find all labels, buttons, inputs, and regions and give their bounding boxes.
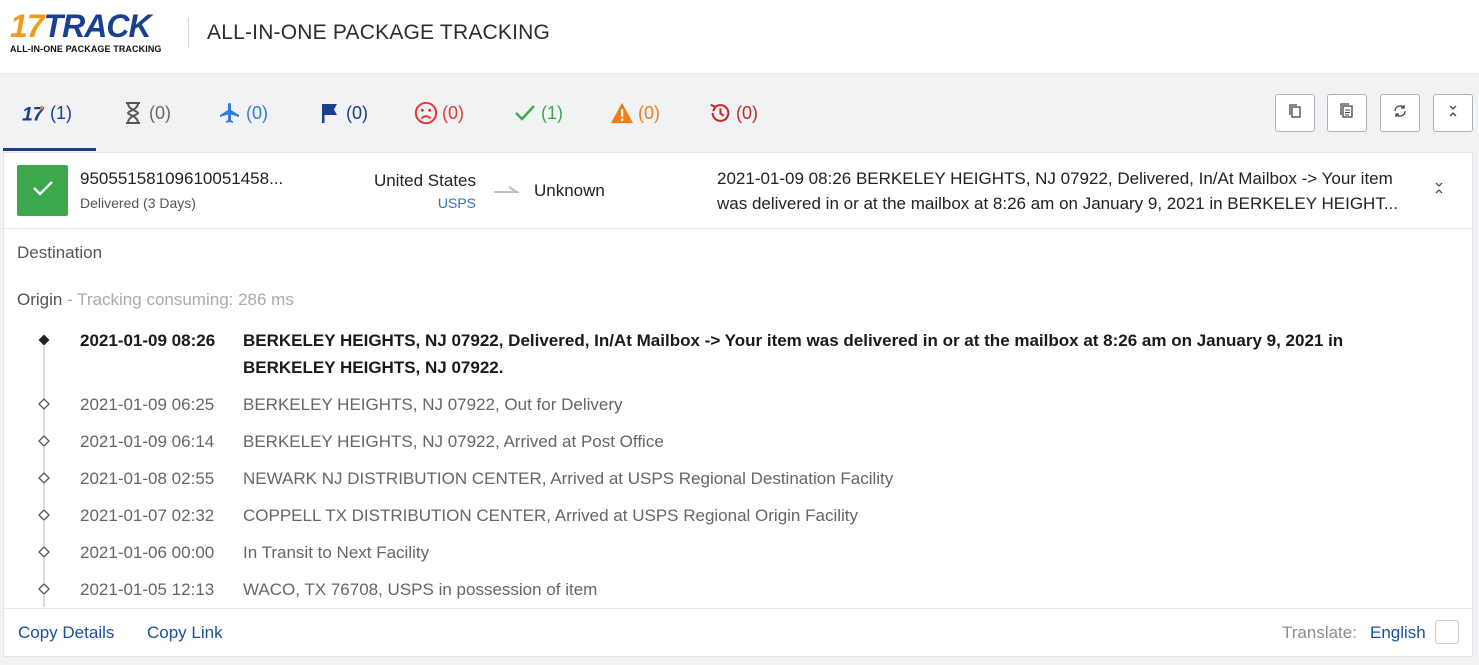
logo-tagline: ALL-IN-ONE PACKAGE TRACKING	[10, 44, 162, 54]
tab-pick-up[interactable]: (0)	[318, 98, 368, 128]
translate-language-select[interactable]: English	[1370, 623, 1426, 643]
tab-count: (0)	[442, 102, 464, 123]
copy-details-button[interactable]	[1327, 94, 1367, 132]
logo-track: TRACK	[43, 8, 152, 44]
delivered-status-badge	[17, 165, 68, 216]
tab-in-transit[interactable]: (0)	[218, 98, 268, 128]
translate-label: Translate:	[1282, 623, 1357, 642]
copy-button[interactable]	[1275, 94, 1315, 132]
tab-count: (1)	[541, 102, 563, 123]
event-time: 2021-01-09 08:26	[80, 331, 216, 350]
diamond-icon	[38, 546, 50, 558]
hourglass-icon	[121, 101, 145, 125]
tab-undelivered[interactable]: (0)	[414, 98, 464, 128]
page-title: ALL-IN-ONE PACKAGE TRACKING	[207, 21, 551, 44]
tab-count: (0)	[736, 102, 758, 123]
refresh-icon	[1392, 103, 1408, 124]
event-description: BERKELEY HEIGHTS, NJ 07922, Delivered, I…	[243, 331, 1344, 377]
copy-link-link[interactable]: Copy Link	[147, 623, 223, 643]
latest-event-line1: 2021-01-09 08:26 BERKELEY HEIGHTS, NJ 07…	[717, 169, 1393, 188]
tab-count: (1)	[50, 102, 72, 123]
app-header: 17TRACK ALL-IN-ONE PACKAGE TRACKING ALL-…	[0, 0, 1479, 74]
event-description: NEWARK NJ DISTRIBUTION CENTER, Arrived a…	[243, 469, 894, 488]
flag-icon	[318, 101, 342, 125]
history-icon	[708, 101, 732, 125]
collapse-chevron-icon	[1433, 181, 1445, 200]
delivery-status-text: Delivered (3 Days)	[80, 195, 196, 211]
destination-label: Destination	[17, 243, 103, 262]
diamond-icon	[38, 435, 50, 447]
tab-count: (0)	[638, 102, 660, 123]
latest-event-line2: was delivered in or at the mailbox at 8:…	[717, 194, 1398, 213]
copy-details-link[interactable]: Copy Details	[18, 623, 114, 643]
17track-logo[interactable]: 17TRACK ALL-IN-ONE PACKAGE TRACKING	[10, 10, 175, 58]
tab-count: (0)	[346, 102, 368, 123]
translate-checkbox[interactable]	[1435, 620, 1459, 644]
shipment-summary[interactable]: 9505515810961005145​8... Delivered (3 Da…	[4, 153, 1472, 229]
shipment-card: 9505515810961005145​8... Delivered (3 Da…	[3, 152, 1473, 657]
active-tab-indicator	[3, 148, 96, 151]
diamond-icon	[38, 583, 50, 595]
latest-event: 2021-01-09 08:26 BERKELEY HEIGHTS, NJ 07…	[717, 166, 1407, 216]
tab-count: (0)	[149, 102, 171, 123]
status-tabs: 17 (1) (0) (0) (0) (0) (1) (0) (0)	[0, 86, 1479, 152]
collapse-icon	[1446, 103, 1460, 124]
expand-toggle-button[interactable]	[1430, 181, 1448, 199]
tab-delivered[interactable]: (1)	[513, 98, 563, 128]
checkmark-icon	[513, 101, 537, 125]
route-arrow-icon	[493, 183, 521, 195]
checkmark-icon	[32, 179, 54, 202]
event-description: BERKELEY HEIGHTS, NJ 07922, Out for Deli…	[243, 395, 623, 414]
event-description: BERKELEY HEIGHTS, NJ 07922, Arrived at P…	[243, 432, 664, 451]
document-icon	[1339, 102, 1355, 124]
diamond-icon	[38, 398, 50, 410]
destination-country: Unknown	[534, 181, 605, 200]
collapse-all-button[interactable]	[1433, 94, 1473, 132]
airplane-icon	[218, 101, 242, 125]
17track-logo-icon: 17	[22, 101, 46, 125]
diamond-icon	[38, 472, 50, 484]
refresh-button[interactable]	[1380, 94, 1420, 132]
event-time: 2021-01-06 00:00	[80, 543, 215, 562]
origin-label: Origin	[17, 290, 63, 309]
logo-17: 17	[10, 8, 45, 44]
event-time: 2021-01-09 06:25	[80, 395, 215, 414]
diamond-icon	[38, 509, 50, 521]
logo-wordmark: 17TRACK	[10, 10, 175, 42]
tracking-number[interactable]: 9505515810961005145​8...	[80, 169, 283, 189]
tab-alert[interactable]: (0)	[610, 98, 660, 128]
event-description: WACO, TX 76708, USPS in possession of it…	[243, 580, 598, 599]
warning-icon	[610, 101, 634, 125]
tracking-consuming-time: - Tracking consuming: 286 ms	[62, 290, 294, 309]
event-time: 2021-01-07 02:32	[80, 506, 215, 525]
filled-diamond-icon	[38, 334, 50, 346]
event-time: 2021-01-08 02:55	[80, 469, 215, 488]
origin-country: United States	[373, 171, 476, 190]
copy-icon	[1287, 103, 1303, 124]
event-description: In Transit to Next Facility	[243, 543, 430, 562]
header-divider	[188, 18, 189, 48]
tracking-timeline: 2021-01-09 08:26 BERKELEY HEIGHTS, NJ 07…	[4, 325, 1472, 607]
tab-count: (0)	[246, 102, 268, 123]
tab-expired[interactable]: (0)	[708, 98, 758, 128]
card-footer: Copy Details Copy Link Translate: Englis…	[4, 608, 1472, 656]
origin-line: Origin - Tracking consuming: 286 ms	[17, 290, 294, 310]
event-description: COPPELL TX DISTRIBUTION CENTER, Arrived …	[243, 506, 859, 525]
event-time: 2021-01-05 12:13	[80, 580, 215, 599]
sad-face-icon	[414, 101, 438, 125]
tab-all[interactable]: 17 (1)	[22, 98, 72, 128]
event-time: 2021-01-09 06:14	[80, 432, 215, 451]
tab-not-found[interactable]: (0)	[121, 98, 171, 128]
carrier-link[interactable]: USPS	[438, 195, 476, 211]
